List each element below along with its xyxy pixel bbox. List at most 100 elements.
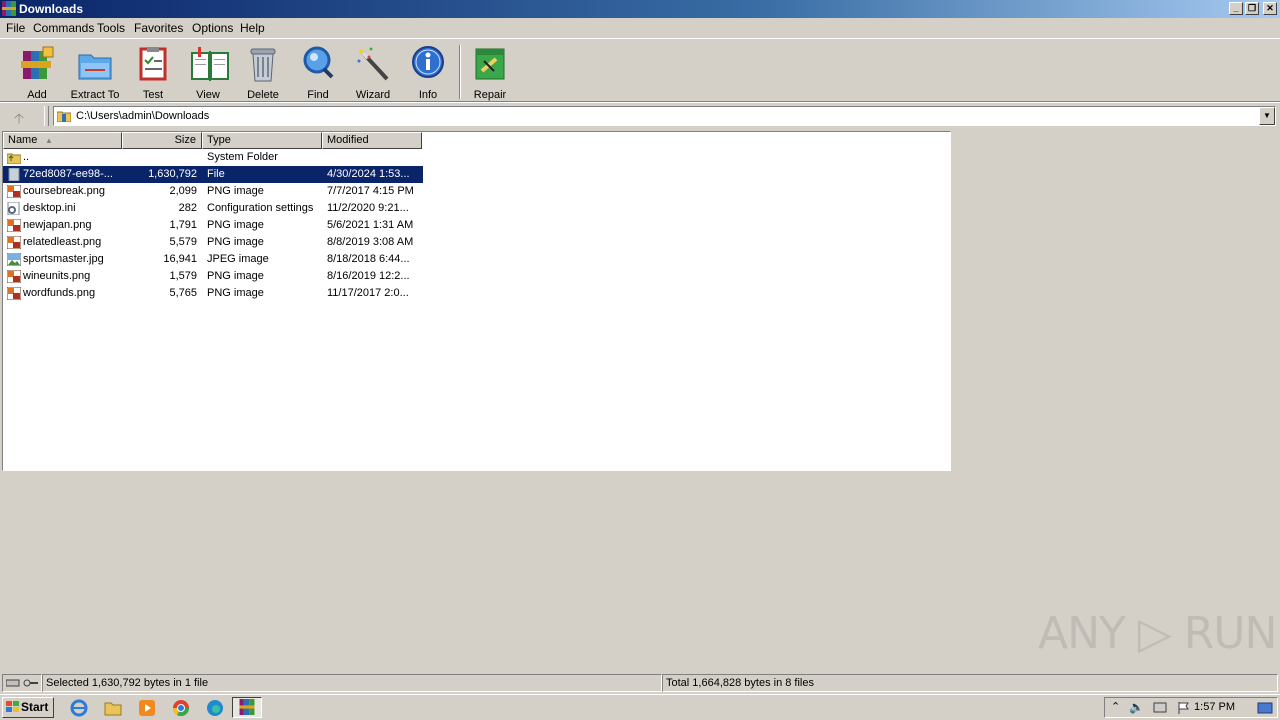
repair-button[interactable]: Repair bbox=[460, 45, 520, 101]
file-name: desktop.ini bbox=[23, 202, 76, 214]
file-row[interactable]: sportsmaster.jpg 16,941 JPEG image 8/18/201… bbox=[3, 251, 423, 268]
drive-icon bbox=[6, 679, 20, 687]
file-size: 2,099 bbox=[169, 185, 197, 197]
menu-file[interactable]: File bbox=[6, 21, 25, 35]
png-icon bbox=[7, 185, 21, 198]
magnifier-icon bbox=[300, 45, 336, 83]
info-button[interactable]: Info bbox=[398, 45, 458, 101]
find-button[interactable]: Find bbox=[288, 45, 348, 101]
network-icon[interactable] bbox=[1153, 701, 1167, 715]
file-explorer-icon[interactable] bbox=[104, 699, 122, 717]
volume-icon[interactable]: 🔈 bbox=[1129, 700, 1144, 714]
status-selected: Selected 1,630,792 bytes in 1 file bbox=[42, 674, 662, 692]
file-size: 1,791 bbox=[169, 219, 197, 231]
internet-explorer-icon[interactable] bbox=[70, 699, 88, 717]
up-folder-icon[interactable]: 🡡 bbox=[14, 108, 24, 132]
address-field[interactable]: C:\Users\admin\Downloads ▼ bbox=[53, 106, 1276, 126]
start-button[interactable]: Start bbox=[2, 697, 54, 718]
file-type: PNG image bbox=[207, 236, 264, 248]
title-bar[interactable]: Downloads _ ❐ ✕ bbox=[0, 0, 1280, 18]
toolbar: Add Extract To Test View Delete Find Wiz… bbox=[0, 38, 1280, 101]
column-header-type[interactable]: Type bbox=[202, 132, 322, 149]
clipboard-check-icon bbox=[135, 45, 171, 83]
find-label: Find bbox=[307, 89, 329, 101]
file-modified: 7/7/2017 4:15 PM bbox=[327, 185, 414, 197]
wizard-button[interactable]: Wizard bbox=[343, 45, 403, 101]
minimize-button[interactable]: _ bbox=[1229, 2, 1243, 15]
status-bar: Selected 1,630,792 bytes in 1 file Total… bbox=[0, 673, 1280, 693]
file-type: PNG image bbox=[207, 270, 264, 282]
system-tray: ⌃ 🔈 1:57 PM bbox=[1104, 697, 1278, 718]
file-row[interactable]: 72ed8087-ee98-... 1,630,792 File 4/30/2024 … bbox=[3, 166, 423, 183]
file-name: relatedleast.png bbox=[23, 236, 102, 248]
edge-icon[interactable] bbox=[206, 699, 224, 717]
anyrun-watermark: ANY ▷ RUN bbox=[1038, 608, 1277, 659]
start-label: Start bbox=[21, 700, 49, 714]
file-size: 282 bbox=[178, 202, 197, 214]
file-name: newjapan.png bbox=[23, 219, 92, 231]
file-modified: 8/16/2019 12:2... bbox=[327, 270, 410, 282]
taskbar: Start ⌃ 🔈 1:57 PM bbox=[0, 694, 1280, 720]
file-icon bbox=[7, 168, 21, 181]
file-modified: 11/17/2017 2:0... bbox=[327, 287, 409, 299]
file-modified: 11/2/2020 9:21... bbox=[327, 202, 409, 214]
menu-help[interactable]: Help bbox=[240, 21, 265, 35]
address-dropdown-button[interactable]: ▼ bbox=[1259, 107, 1275, 125]
column-header-size[interactable]: Size bbox=[122, 132, 202, 149]
magic-wand-icon bbox=[355, 45, 391, 83]
address-grip bbox=[44, 106, 49, 126]
extract-to-button[interactable]: Extract To bbox=[65, 45, 125, 101]
file-name: wineunits.png bbox=[23, 270, 91, 282]
winrar-taskbar-button[interactable] bbox=[232, 697, 262, 718]
tray-expand-icon[interactable]: ⌃ bbox=[1111, 700, 1120, 713]
windows-logo-icon bbox=[6, 701, 19, 712]
wizard-label: Wizard bbox=[355, 89, 391, 101]
show-desktop-icon[interactable] bbox=[1257, 701, 1273, 715]
menu-commands[interactable]: Commands bbox=[33, 21, 94, 35]
column-name-label: Name bbox=[8, 134, 38, 146]
folder-extract-icon bbox=[77, 45, 113, 83]
file-type: File bbox=[207, 168, 225, 180]
address-path: C:\Users\admin\Downloads bbox=[76, 110, 210, 122]
png-icon bbox=[7, 236, 21, 249]
extract-to-label: Extract To bbox=[70, 89, 120, 101]
file-row[interactable]: .. System Folder bbox=[3, 149, 423, 166]
file-row[interactable]: desktop.ini 282 Configuration settings 11/2… bbox=[3, 200, 423, 217]
menu-bar: File Commands Tools Favorites Options He… bbox=[0, 19, 1280, 37]
file-row[interactable]: wordfunds.png 5,765 PNG image 11/17/2017 2:… bbox=[3, 285, 423, 302]
clock[interactable]: 1:57 PM bbox=[1194, 701, 1235, 713]
delete-button[interactable]: Delete bbox=[233, 45, 293, 101]
column-header-modified[interactable]: Modified bbox=[322, 132, 422, 149]
chrome-icon[interactable] bbox=[172, 699, 190, 717]
close-button[interactable]: ✕ bbox=[1263, 2, 1277, 15]
action-center-flag-icon[interactable] bbox=[1177, 701, 1191, 715]
file-type: Configuration settings bbox=[207, 202, 314, 214]
info-label: Info bbox=[418, 89, 438, 101]
folder-archive-icon bbox=[57, 111, 71, 122]
file-size: 1,579 bbox=[169, 270, 197, 282]
png-icon bbox=[7, 219, 21, 232]
column-header-name[interactable]: Name ▲ bbox=[3, 132, 122, 149]
view-button[interactable]: View bbox=[178, 45, 238, 101]
info-icon bbox=[410, 45, 446, 83]
media-player-icon[interactable] bbox=[138, 699, 156, 717]
file-row[interactable]: relatedleast.png 5,579 PNG image 8/8/2019 3… bbox=[3, 234, 423, 251]
file-name: sportsmaster.jpg bbox=[23, 253, 104, 265]
file-row[interactable]: wineunits.png 1,579 PNG image 8/16/2019 12:… bbox=[3, 268, 423, 285]
file-list[interactable]: Name ▲ Size Type Modified .. System Folde… bbox=[2, 131, 951, 471]
menu-favorites[interactable]: Favorites bbox=[134, 21, 183, 35]
status-total: Total 1,664,828 bytes in 8 files bbox=[662, 674, 1278, 692]
restore-button[interactable]: ❐ bbox=[1245, 2, 1259, 15]
test-button[interactable]: Test bbox=[123, 45, 183, 101]
file-modified: 8/18/2018 6:44... bbox=[327, 253, 410, 265]
add-button[interactable]: Add bbox=[7, 45, 67, 101]
file-size: 5,579 bbox=[169, 236, 197, 248]
file-row[interactable]: newjapan.png 1,791 PNG image 5/6/2021 1:31 … bbox=[3, 217, 423, 234]
file-name: coursebreak.png bbox=[23, 185, 105, 197]
file-modified: 5/6/2021 1:31 AM bbox=[327, 219, 414, 231]
menu-tools[interactable]: Tools bbox=[97, 21, 125, 35]
ini-icon bbox=[7, 202, 21, 215]
png-icon bbox=[7, 287, 21, 300]
file-row[interactable]: coursebreak.png 2,099 PNG image 7/7/2017 4:… bbox=[3, 183, 423, 200]
menu-options[interactable]: Options bbox=[192, 21, 233, 35]
